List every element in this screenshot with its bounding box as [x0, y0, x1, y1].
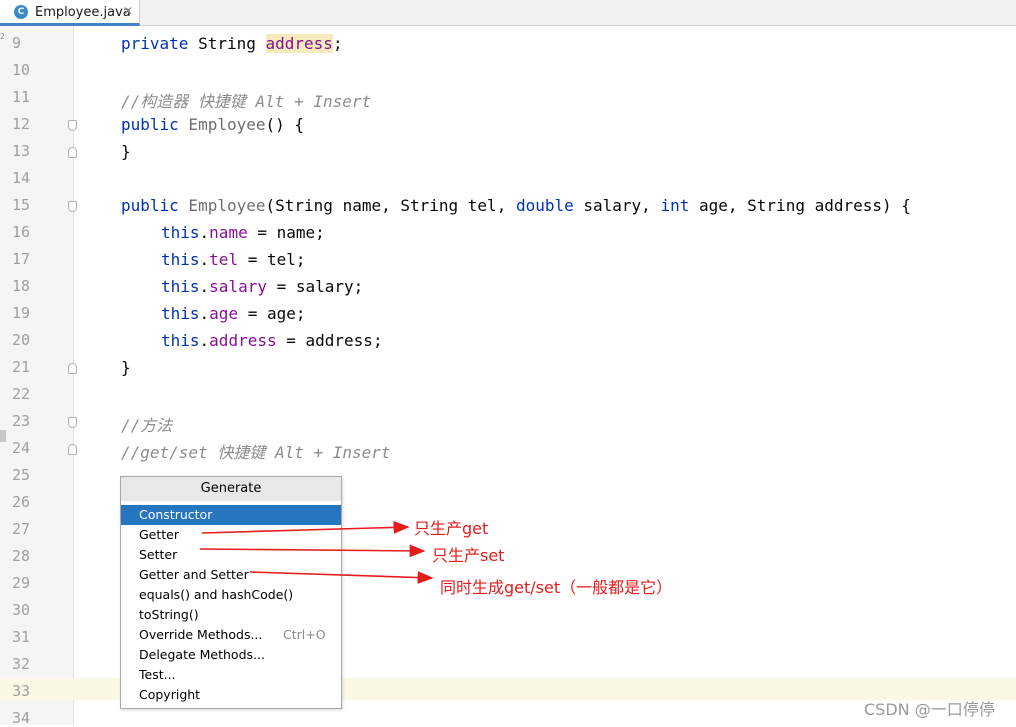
watermark: CSDN @一口停停 — [864, 700, 995, 719]
annotation-arrows — [199, 521, 434, 584]
annotation-setter: 只生产set — [432, 546, 505, 565]
annotation-getter-setter: 同时生成get/set（一般都是它） — [440, 578, 673, 597]
arrow-getter-setter — [249, 571, 434, 584]
annotation-getter: 只生产get — [414, 519, 489, 538]
arrow-getter — [201, 521, 410, 534]
arrow-setter — [199, 544, 426, 558]
